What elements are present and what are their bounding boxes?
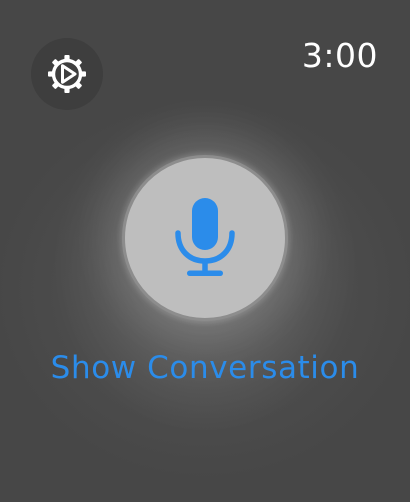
settings-button[interactable] [31, 38, 103, 110]
show-conversation-button[interactable]: Show Conversation [0, 346, 410, 390]
settings-gear-play-icon [48, 55, 86, 93]
watch-screen: 3:00 Show Conversation [0, 0, 410, 502]
clock-time: 3:00 [301, 36, 378, 75]
microphone-icon [175, 198, 235, 276]
dictation-mic-button[interactable] [122, 155, 288, 321]
